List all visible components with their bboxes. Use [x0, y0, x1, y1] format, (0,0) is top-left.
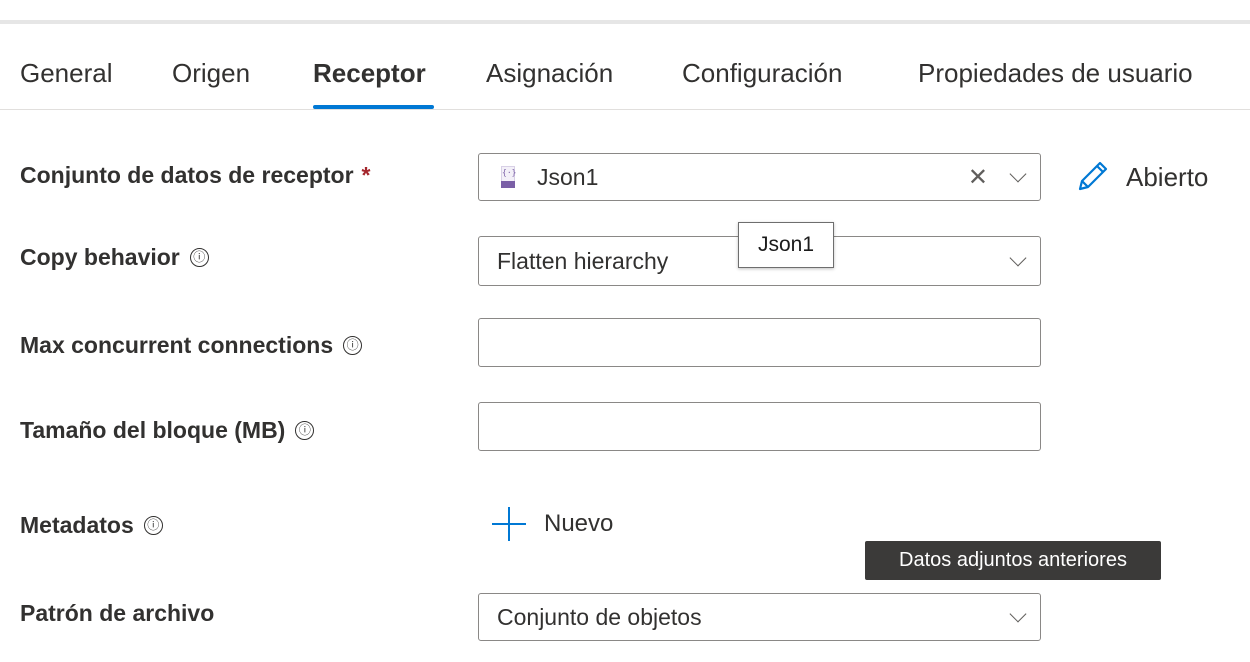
tab-propiedades-de-usuario[interactable]: Propiedades de usuario	[918, 58, 1193, 89]
info-icon[interactable]: ⓘ	[189, 248, 209, 267]
chevron-down-icon[interactable]	[1009, 249, 1027, 267]
block-size-input[interactable]	[478, 402, 1041, 451]
metadata-label: Metadatos ⓘ	[20, 512, 163, 539]
copy-behavior-label: Copy behavior ⓘ	[20, 244, 209, 271]
tab-general[interactable]: General	[20, 58, 113, 89]
chevron-down-icon[interactable]	[1009, 165, 1027, 183]
chevron-down-icon[interactable]	[1009, 605, 1027, 623]
max-connections-label: Max concurrent connections ⓘ	[20, 332, 363, 359]
pencil-icon	[1078, 161, 1108, 191]
max-connections-input[interactable]	[478, 318, 1041, 367]
new-label: Nuevo	[544, 510, 614, 537]
sink-dataset-value: Json1	[537, 163, 599, 190]
dataset-name-tooltip: Json1	[738, 222, 834, 268]
tab-receptor[interactable]: Receptor	[313, 58, 426, 89]
metadata-tooltip: Datos adjuntos anteriores	[865, 541, 1161, 580]
clear-x-icon[interactable]: ✕	[968, 163, 988, 191]
active-tab-indicator	[313, 105, 434, 109]
copy-behavior-value: Flatten hierarchy	[497, 247, 669, 274]
info-icon[interactable]: ⓘ	[343, 336, 363, 355]
tab-configuracion[interactable]: Configuración	[682, 58, 842, 89]
file-pattern-dropdown[interactable]: Conjunto de objetos	[478, 593, 1041, 641]
file-pattern-value: Conjunto de objetos	[497, 603, 702, 630]
plus-icon	[492, 507, 526, 541]
info-icon[interactable]: ⓘ	[295, 421, 315, 440]
sink-dataset-label: Conjunto de datos de receptor *	[20, 162, 371, 188]
open-label: Abierto	[1126, 161, 1209, 192]
tab-bar: General Origen Receptor Asignación Confi…	[0, 42, 1250, 110]
info-icon[interactable]: ⓘ	[143, 516, 163, 535]
tab-asignacion[interactable]: Asignación	[486, 58, 613, 89]
top-divider	[0, 0, 1250, 24]
open-dataset-button[interactable]: Abierto	[1074, 157, 1208, 197]
json-dataset-icon: {·}	[501, 166, 516, 188]
file-pattern-label: Patrón de archivo	[20, 600, 215, 626]
sink-dataset-dropdown[interactable]: {·} Json1 ✕	[478, 153, 1041, 201]
required-marker: *	[361, 162, 371, 188]
tab-origen[interactable]: Origen	[172, 58, 250, 89]
new-metadata-button[interactable]: Nuevo	[492, 504, 613, 544]
block-size-label: Tamaño del bloque (MB) ⓘ	[20, 417, 315, 444]
